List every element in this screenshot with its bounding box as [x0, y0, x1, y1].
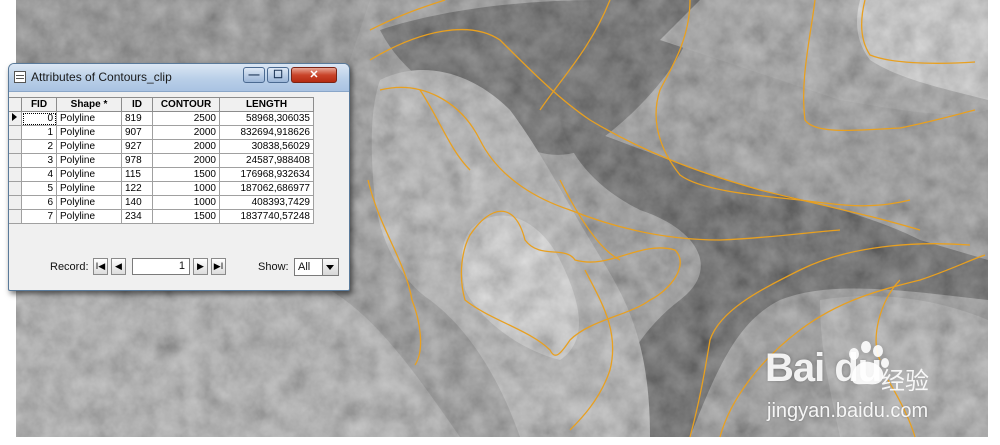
cell-fid[interactable]: 1 — [21, 125, 57, 140]
table-row[interactable]: 3 Polyline 978 2000 24587,988408 — [9, 153, 314, 168]
cell-fid[interactable]: 2 — [21, 139, 57, 154]
cell-length[interactable]: 24587,988408 — [219, 153, 314, 168]
row-selector[interactable] — [9, 195, 22, 210]
row-selector[interactable] — [9, 125, 22, 140]
record-label: Record: — [50, 261, 89, 273]
column-header-length[interactable]: LENGTH — [219, 97, 314, 112]
cell-shape[interactable]: Polyline — [56, 209, 122, 224]
table-row[interactable]: 6 Polyline 140 1000 408393,7429 — [9, 195, 314, 210]
cell-length[interactable]: 58968,306035 — [219, 111, 314, 126]
cell-shape[interactable]: Polyline — [56, 181, 122, 196]
watermark-chinese-text: 经验 — [881, 368, 929, 395]
table-icon — [14, 71, 26, 83]
maximize-button[interactable]: ☐ — [267, 67, 289, 83]
cell-fid[interactable]: 7 — [21, 209, 57, 224]
column-header-id[interactable]: ID — [121, 97, 153, 112]
cell-fid[interactable]: 6 — [21, 195, 57, 210]
cell-length[interactable]: 176968,932634 — [219, 167, 314, 182]
baidu-watermark: Bai du 经验 jingyan.baidu.com — [765, 338, 995, 428]
cell-id[interactable]: 122 — [121, 181, 153, 196]
row-selector[interactable] — [9, 209, 22, 224]
table-row[interactable]: 7 Polyline 234 1500 1837740,57248 — [9, 209, 314, 224]
cell-length[interactable]: 1837740,57248 — [219, 209, 314, 224]
table-header-row: FID Shape * ID CONTOUR LENGTH — [9, 97, 314, 112]
show-filter-value: All — [298, 261, 311, 273]
cell-contour[interactable]: 1000 — [152, 181, 220, 196]
cell-contour[interactable]: 1500 — [152, 167, 220, 182]
minimize-button[interactable]: — — [243, 67, 265, 83]
watermark-url: jingyan.baidu.com — [767, 400, 929, 422]
row-selector-header[interactable] — [9, 97, 22, 112]
cell-fid[interactable]: 5 — [21, 181, 57, 196]
row-selector[interactable] — [9, 153, 22, 168]
cell-id[interactable]: 978 — [121, 153, 153, 168]
cell-shape[interactable]: Polyline — [56, 111, 122, 126]
show-label: Show: — [258, 261, 289, 273]
window-titlebar[interactable]: Attributes of Contours_clip — ☐ ✕ — [9, 64, 349, 92]
cell-fid[interactable]: 3 — [21, 153, 57, 168]
chevron-down-icon[interactable] — [322, 259, 338, 275]
cell-length[interactable]: 187062,686977 — [219, 181, 314, 196]
cell-fid[interactable]: 0 — [21, 111, 57, 126]
cell-id[interactable]: 927 — [121, 139, 153, 154]
attributes-window[interactable]: Attributes of Contours_clip — ☐ ✕ FID Sh… — [8, 63, 350, 291]
record-number-input[interactable]: 1 — [132, 258, 190, 275]
cell-contour[interactable]: 2500 — [152, 111, 220, 126]
table-row[interactable]: 4 Polyline 115 1500 176968,932634 — [9, 167, 314, 182]
window-title: Attributes of Contours_clip — [31, 70, 172, 84]
cell-contour[interactable]: 2000 — [152, 153, 220, 168]
first-record-button[interactable]: I◀ — [93, 258, 108, 275]
table-row[interactable]: 1 Polyline 907 2000 832694,918626 — [9, 125, 314, 140]
close-button[interactable]: ✕ — [291, 67, 337, 83]
next-record-button[interactable]: ▶ — [193, 258, 208, 275]
table-row[interactable]: 2 Polyline 927 2000 30838,56029 — [9, 139, 314, 154]
column-header-contour[interactable]: CONTOUR — [152, 97, 220, 112]
column-header-fid[interactable]: FID — [21, 97, 57, 112]
row-selector[interactable] — [9, 167, 22, 182]
row-selector[interactable] — [9, 139, 22, 154]
cell-shape[interactable]: Polyline — [56, 125, 122, 140]
cell-contour[interactable]: 2000 — [152, 125, 220, 140]
cell-shape[interactable]: Polyline — [56, 139, 122, 154]
cell-contour[interactable]: 1500 — [152, 209, 220, 224]
column-header-shape[interactable]: Shape * — [56, 97, 122, 112]
row-selector[interactable] — [9, 181, 22, 196]
cell-id[interactable]: 819 — [121, 111, 153, 126]
cell-shape[interactable]: Polyline — [56, 153, 122, 168]
attribute-table: FID Shape * ID CONTOUR LENGTH 0 Polyline… — [9, 97, 314, 224]
cell-contour[interactable]: 1000 — [152, 195, 220, 210]
record-navigation-bar: Record: I◀ ◀ 1 ▶ ▶I Show: All — [9, 256, 349, 278]
cell-length[interactable]: 408393,7429 — [219, 195, 314, 210]
cell-length[interactable]: 832694,918626 — [219, 125, 314, 140]
cell-id[interactable]: 907 — [121, 125, 153, 140]
previous-record-button[interactable]: ◀ — [111, 258, 126, 275]
cell-id[interactable]: 140 — [121, 195, 153, 210]
cell-shape[interactable]: Polyline — [56, 195, 122, 210]
cell-length[interactable]: 30838,56029 — [219, 139, 314, 154]
table-row[interactable]: 5 Polyline 122 1000 187062,686977 — [9, 181, 314, 196]
cell-id[interactable]: 234 — [121, 209, 153, 224]
last-record-button[interactable]: ▶I — [211, 258, 226, 275]
table-row[interactable]: 0 Polyline 819 2500 58968,306035 — [9, 111, 314, 126]
cell-fid[interactable]: 4 — [21, 167, 57, 182]
cell-shape[interactable]: Polyline — [56, 167, 122, 182]
row-selector[interactable] — [9, 111, 22, 126]
current-row-icon — [12, 113, 17, 121]
show-filter-select[interactable]: All — [294, 258, 339, 276]
cell-contour[interactable]: 2000 — [152, 139, 220, 154]
cell-id[interactable]: 115 — [121, 167, 153, 182]
